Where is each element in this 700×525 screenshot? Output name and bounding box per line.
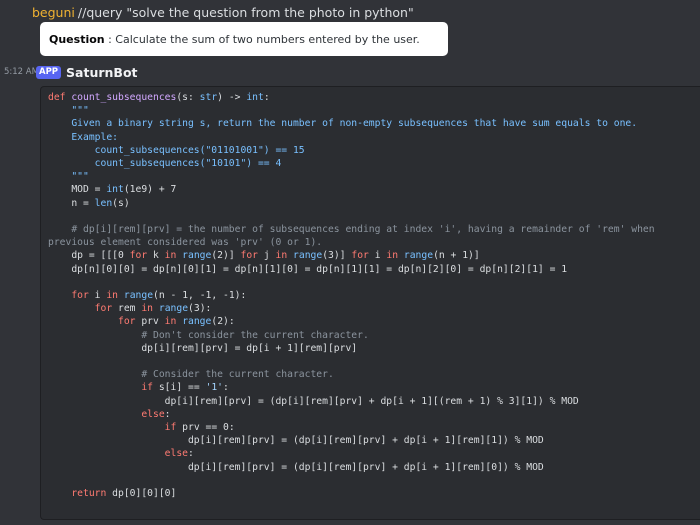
code-line: MOD = int(1e9) + 7: [48, 184, 177, 196]
question-card: Question : Calculate the sum of two numb…: [40, 22, 448, 56]
code-line: dp[i][rem][prv] = (dp[i][rem][prv] + dp[…: [48, 461, 544, 473]
app-badge: APP: [36, 65, 62, 79]
code-line: dp[i][rem][prv] = (dp[i][rem][prv] + dp[…: [48, 395, 579, 407]
code-line: if prv == 0:: [164, 422, 235, 434]
code-block[interactable]: def count_subsequences(s: str) -> int: "…: [40, 86, 700, 520]
code-line: # dp[i][rem][prv] = the number of subseq…: [48, 224, 655, 236]
code-content: def count_subsequences(s: str) -> int: "…: [41, 87, 700, 500]
question-label: Question: [49, 32, 105, 46]
bot-author-name[interactable]: SaturnBot: [66, 65, 137, 80]
code-line: dp[i][rem][prv] = dp[i + 1][rem][prv]: [48, 342, 358, 354]
code-line: ​: [48, 210, 700, 223]
code-line: count_subsequences("01101001") == 15: [48, 144, 305, 156]
code-line: dp[n][0][0] = dp[n][0][1] = dp[n][1][0] …: [48, 263, 568, 275]
code-line: """: [48, 171, 89, 183]
reply-username[interactable]: beguni: [32, 5, 75, 20]
code-line: ​: [48, 276, 700, 289]
code-line: count_subsequences("10101") == 4: [48, 158, 282, 170]
code-line: for rem in range(3):: [94, 303, 212, 315]
code-line: for i in range(n - 1, -1, -1):: [71, 290, 247, 302]
reply-command: //query "solve the question from the pho…: [77, 5, 414, 20]
message-header: 5:12 AM APP SaturnBot: [0, 64, 138, 80]
code-line: else:: [164, 448, 194, 460]
code-line: previous element considered was 'prv' (0…: [48, 237, 323, 249]
code-line: if s[i] == '1':: [141, 382, 229, 394]
code-line: n = len(s): [48, 197, 130, 209]
code-line: Given a binary string s, return the numb…: [48, 118, 638, 130]
code-line: # Consider the current character.: [48, 369, 334, 381]
reply-reference[interactable]: beguni//query "solve the question from t…: [32, 5, 414, 20]
message-timestamp[interactable]: 5:12 AM: [0, 67, 39, 77]
code-line: def count_subsequences(s: str) -> int:: [48, 92, 270, 103]
code-line: """: [48, 105, 89, 117]
code-line: dp = [[[0 for k in range(2)] for j in ra…: [48, 250, 480, 262]
code-line: ​: [48, 355, 700, 368]
code-line: dp[i][rem][prv] = (dp[i][rem][prv] + dp[…: [48, 435, 544, 447]
code-line: ​: [48, 474, 700, 487]
code-line: else:: [141, 408, 171, 420]
code-line: # Don't consider the current character.: [48, 329, 369, 341]
code-line: Example:: [48, 131, 118, 143]
code-line: for prv in range(2):: [118, 316, 235, 328]
question-text: : Calculate the sum of two numbers enter…: [104, 32, 420, 46]
code-line: return dp[0][0][0]: [71, 488, 177, 500]
